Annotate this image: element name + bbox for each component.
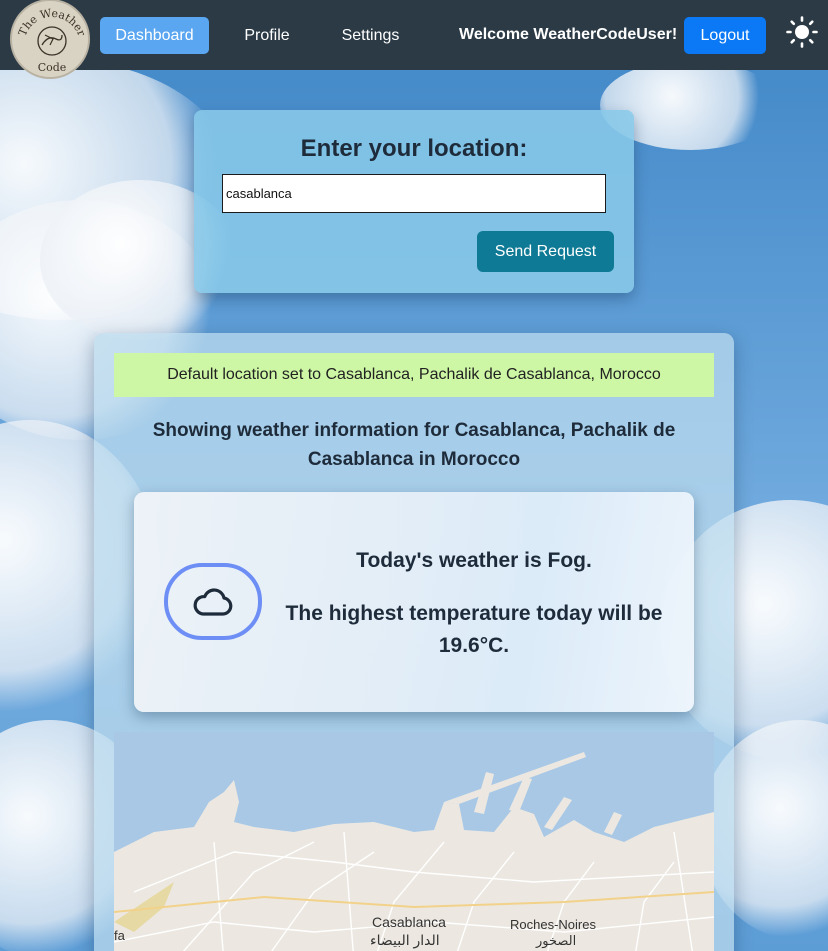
map-label-roches-noires-ar: الصخور [536,933,577,948]
weather-icon-ring [164,563,262,640]
nav-profile[interactable]: Profile [231,17,303,54]
weather-location-heading: Showing weather information for Casablan… [152,420,676,470]
location-input[interactable] [222,174,606,213]
logo[interactable]: The Weather Code [10,0,90,79]
location-map[interactable]: Casablanca الدار البيضاء Roches-Noires ا… [114,732,714,951]
logout-button[interactable]: Logout [684,17,766,54]
cloud-icon [193,587,233,616]
weather-panel: Default location set to Casablanca, Pach… [94,333,734,951]
nav-dashboard[interactable]: Dashboard [100,17,209,54]
welcome-text: Welcome WeatherCodeUser! [459,26,678,43]
weather-card: Today's weather is Fog. The highest temp… [134,492,694,712]
weather-high-temp: The highest temperature today will be 19… [285,602,663,657]
logo-text-bottom: Code [38,61,67,74]
location-title: Enter your location: [300,135,528,162]
logo-icon: The Weather Code [16,5,88,77]
location-card: Enter your location: Send Request [194,110,634,293]
weather-condition: Today's weather is Fog. [356,549,592,572]
map-label-partial: fa [114,928,125,943]
map-label-roches-noires: Roches-Noires [510,917,596,932]
default-location-alert: Default location set to Casablanca, Pach… [114,353,714,397]
nav-settings[interactable]: Settings [327,17,414,54]
send-request-button[interactable]: Send Request [477,231,614,272]
sun-icon[interactable] [786,16,818,48]
map-label-casablanca-ar: الدار البيضاء [370,932,440,948]
navbar: The Weather Code Dashboard Profile Setti… [0,0,828,79]
map-label-casablanca: Casablanca [372,914,446,930]
